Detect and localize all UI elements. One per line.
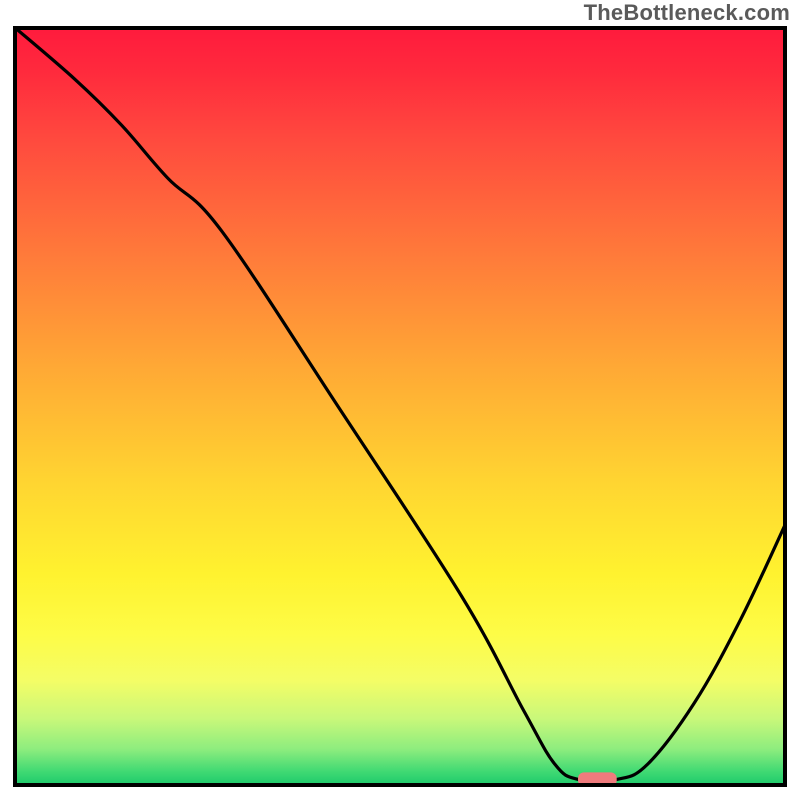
plot-area: [13, 26, 787, 787]
bottleneck-chart: TheBottleneck.com: [0, 0, 800, 800]
watermark-text: TheBottleneck.com: [584, 0, 790, 26]
optimal-range-marker: [578, 772, 617, 786]
bottleneck-curve-path: [13, 26, 787, 781]
chart-overlay: [13, 26, 787, 787]
